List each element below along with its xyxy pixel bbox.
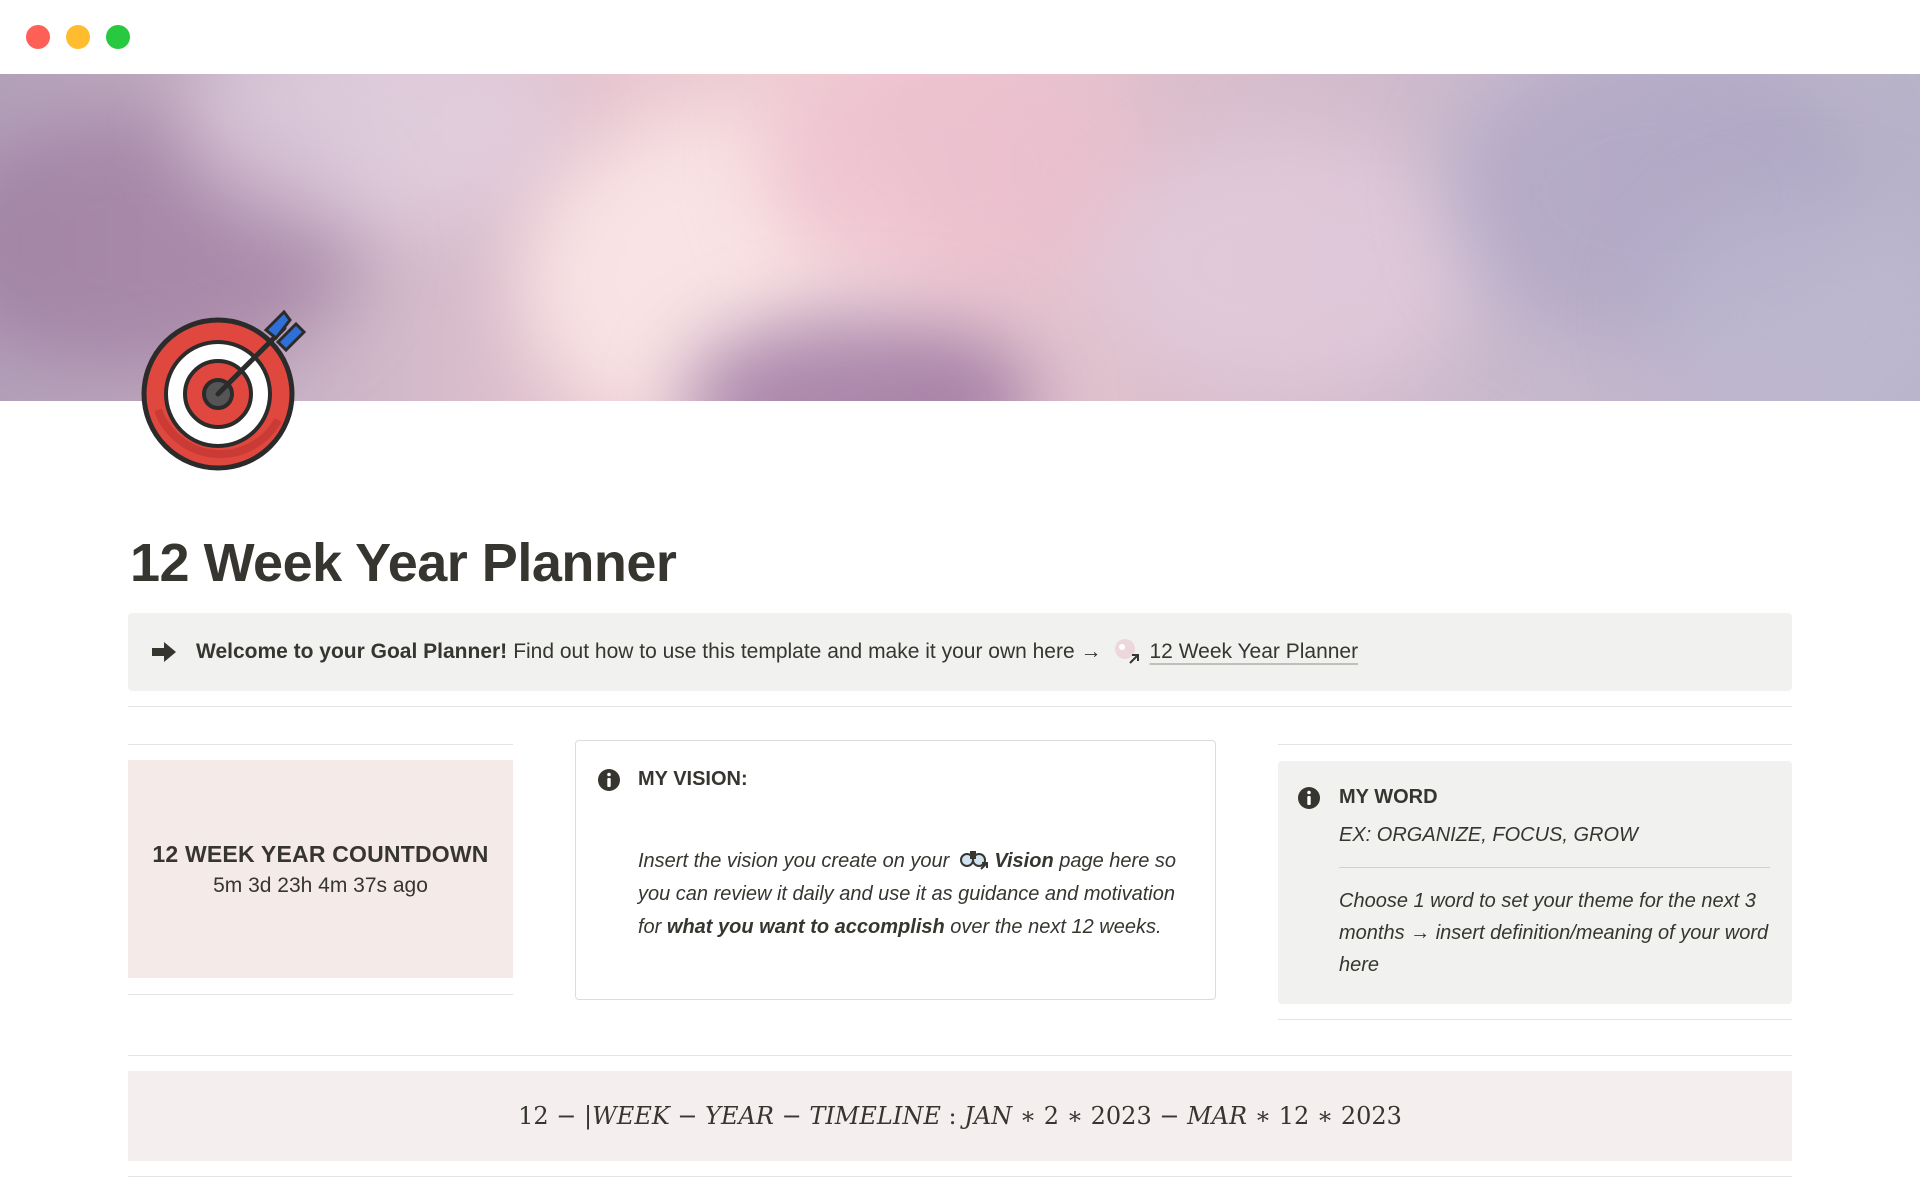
minimize-window-button[interactable]	[66, 25, 90, 49]
divider	[1339, 867, 1770, 868]
target-icon[interactable]	[138, 300, 310, 472]
vision-title: MY VISION:	[638, 768, 748, 790]
vision-bold-text: what you want to accomplish	[666, 916, 945, 938]
timeline-part: ∗	[1254, 1102, 1272, 1130]
divider	[128, 994, 513, 995]
timeline-part: 12	[518, 1102, 549, 1130]
my-word-callout[interactable]: MY WORD EX: ORGANIZE, FOCUS, GROW Choose…	[1278, 761, 1792, 1004]
vision-callout[interactable]: MY VISION: Insert the vision you create …	[575, 740, 1216, 1000]
vision-text: Insert the vision you create on your Vis…	[638, 845, 1198, 944]
timeline-part: |	[584, 1102, 593, 1130]
close-window-button[interactable]	[26, 25, 50, 49]
timeline-part: JAN	[964, 1102, 1013, 1130]
timeline-part: WEEK	[592, 1102, 670, 1130]
timeline-part: YEAR	[705, 1102, 774, 1130]
vision-page-link[interactable]: Vision	[994, 850, 1053, 872]
timeline-equation[interactable]: 12 − | WEEK − YEAR − TIMELINE : JAN ∗ 2 ∗…	[128, 1071, 1792, 1161]
divider	[128, 1176, 1792, 1177]
timeline-part: ∗	[1066, 1102, 1083, 1130]
welcome-callout[interactable]: Welcome to your Goal Planner! Find out h…	[128, 613, 1792, 691]
timeline-part: ∗	[1316, 1102, 1334, 1130]
timeline-part: −	[677, 1102, 698, 1130]
divider	[128, 706, 1792, 707]
my-word-example: EX: ORGANIZE, FOCUS, GROW	[1339, 824, 1638, 846]
timeline-part: −	[781, 1102, 802, 1130]
divider	[128, 744, 513, 745]
window-titlebar	[0, 0, 1920, 74]
timeline-part: −	[1159, 1102, 1180, 1130]
countdown-value: 5m 3d 23h 4m 37s ago	[213, 873, 428, 897]
timeline-part: MAR	[1187, 1102, 1248, 1130]
divider	[128, 1055, 1792, 1056]
page-title[interactable]: 12 Week Year Planner	[130, 532, 677, 594]
timeline-part: 12	[1278, 1102, 1310, 1130]
info-icon	[1298, 787, 1320, 809]
my-word-description: Choose 1 word to set your theme for the …	[1339, 890, 1769, 976]
timeline-part: −	[556, 1102, 577, 1130]
divider	[1278, 744, 1792, 745]
vision-text-part: over the next 12 weeks.	[950, 916, 1162, 938]
timeline-part: 2023	[1090, 1102, 1152, 1130]
timeline-part: :	[948, 1102, 957, 1130]
my-word-title: MY WORD	[1339, 786, 1438, 808]
binoculars-icon	[959, 851, 988, 870]
info-icon	[598, 769, 620, 791]
welcome-bold-text: Welcome to your Goal Planner!	[196, 640, 508, 663]
timeline-part: 2023	[1340, 1102, 1402, 1130]
countdown-block: 12 WEEK YEAR COUNTDOWN 5m 3d 23h 4m 37s …	[128, 760, 513, 978]
timeline-part: TIMELINE	[809, 1102, 941, 1130]
page-link-icon	[1114, 639, 1139, 664]
timeline-part: ∗	[1019, 1102, 1037, 1130]
countdown-title: 12 WEEK YEAR COUNTDOWN	[152, 840, 489, 867]
divider	[1278, 1019, 1792, 1020]
planner-page-link[interactable]: 12 Week Year Planner	[1150, 640, 1359, 664]
welcome-text: Find out how to use this template and ma…	[513, 640, 1102, 663]
vision-text-part: Insert the vision you create on your	[638, 850, 950, 872]
maximize-window-button[interactable]	[106, 25, 130, 49]
arrow-right-icon	[152, 642, 176, 662]
timeline-part: 2	[1043, 1102, 1060, 1130]
